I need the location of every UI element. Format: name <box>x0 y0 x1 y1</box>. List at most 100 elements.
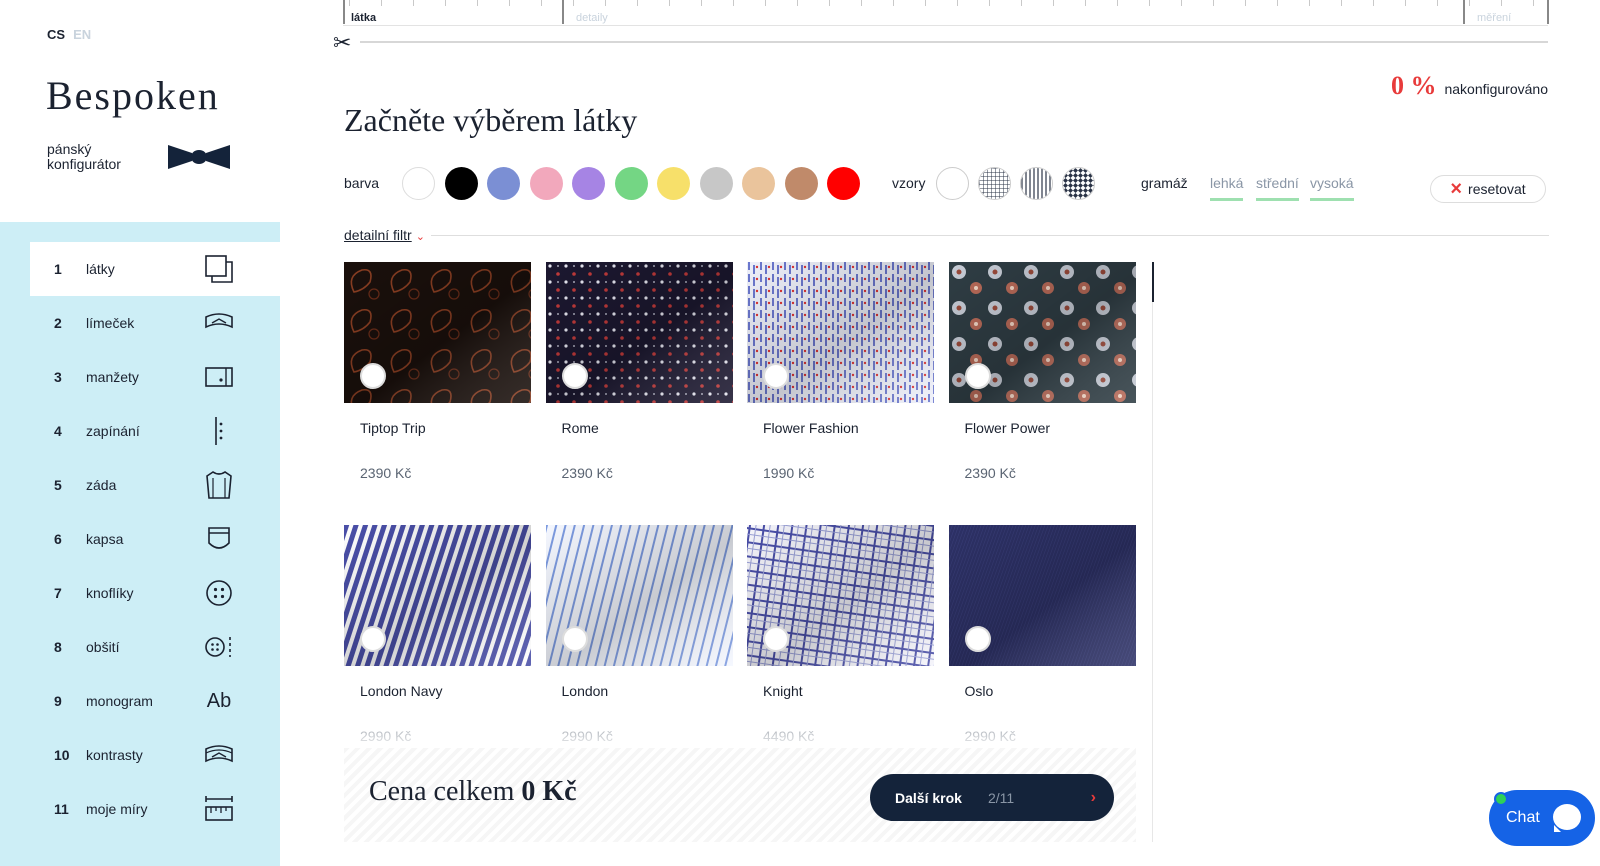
color-filter-label: barva <box>344 175 380 191</box>
fabric-card[interactable]: London2990 Kč <box>545 525 733 744</box>
reset-button[interactable]: × resetovat <box>1430 175 1546 203</box>
ruler-tick <box>637 0 638 6</box>
weight-light[interactable]: lehká <box>1210 175 1244 201</box>
total-value: 0 Kč <box>521 776 577 807</box>
ruler-tick <box>1373 0 1374 6</box>
monogram-icon: Ab <box>206 689 232 712</box>
weight-medium[interactable]: střední <box>1256 175 1299 201</box>
ruler-tick <box>797 0 798 6</box>
sidebar-item-1[interactable]: 1 látky <box>30 242 280 296</box>
lang-en[interactable]: EN <box>73 27 91 42</box>
fabric-image[interactable] <box>344 262 531 403</box>
select-radio[interactable] <box>561 363 588 389</box>
stitching-icon <box>204 632 234 662</box>
bowtie-icon <box>168 145 230 169</box>
language-switcher: CS EN <box>47 27 99 42</box>
fabric-name: London Navy <box>360 683 443 699</box>
fabric-card[interactable]: Knight4490 Kč <box>747 525 934 744</box>
fabric-image[interactable] <box>545 262 733 403</box>
color-swatch[interactable] <box>529 167 563 200</box>
step-label: knoflíky <box>86 585 134 601</box>
color-swatch[interactable] <box>614 167 648 200</box>
select-radio[interactable] <box>964 626 991 652</box>
next-step-button[interactable]: Další krok 2/11 › <box>870 774 1114 821</box>
color-swatch[interactable] <box>827 167 860 200</box>
ruler-marker <box>1547 0 1549 24</box>
fabric-image[interactable] <box>545 525 733 666</box>
ruler-step-fabric[interactable]: látka <box>351 12 376 24</box>
sidebar-item-6[interactable]: 6 kapsa <box>30 512 280 566</box>
weight-filter-label: gramáž <box>1141 175 1188 191</box>
filter-bar: barva vzory gramáž lehká střední vysoká … <box>344 166 1549 203</box>
step-number: 8 <box>54 639 62 655</box>
select-radio[interactable] <box>763 626 789 652</box>
step-label: kapsa <box>86 531 124 547</box>
ruler-tick <box>957 0 958 6</box>
step-label: moje míry <box>86 801 148 817</box>
ruler-step-details[interactable]: detaily <box>576 12 608 24</box>
scrollbar-thumb[interactable] <box>1152 262 1154 302</box>
fabric-price: 2390 Kč <box>360 465 412 481</box>
lang-cs[interactable]: CS <box>47 27 65 42</box>
ruler-tick <box>509 0 510 6</box>
fabric-image[interactable] <box>747 262 934 403</box>
ruler-step-measure[interactable]: měření <box>1477 12 1511 24</box>
color-swatch[interactable] <box>402 167 435 200</box>
fabric-price: 2390 Kč <box>561 465 613 481</box>
fabric-card[interactable]: Flower Power 2390 Kč <box>948 262 1136 481</box>
fabric-image[interactable] <box>344 525 531 666</box>
fabric-card[interactable]: London Navy2990 Kč <box>344 525 531 744</box>
pattern-swatch-plain[interactable] <box>936 167 969 200</box>
ruler-tick <box>1501 0 1502 6</box>
brand-logo[interactable]: Bespoken <box>46 72 220 119</box>
cut-line <box>360 41 1548 43</box>
price-footer: Cena celkem 0 Kč Další krok 2/11 › <box>344 748 1136 842</box>
sidebar-item-3[interactable]: 3 manžety <box>30 350 280 404</box>
select-radio[interactable] <box>763 363 789 389</box>
sidebar-item-10[interactable]: 10 kontrasty <box>30 728 280 782</box>
sidebar-item-11[interactable]: 11 moje míry <box>30 782 280 836</box>
fabric-card[interactable]: Oslo2990 Kč <box>948 525 1136 744</box>
ruler-tick <box>349 0 350 6</box>
select-radio[interactable] <box>360 626 386 652</box>
sidebar-item-9[interactable]: 9 monogram Ab <box>30 674 280 728</box>
select-radio[interactable] <box>964 363 991 389</box>
total-label: Cena celkem <box>369 776 515 807</box>
list-fade <box>344 712 1136 752</box>
pattern-filter-label: vzory <box>892 175 926 191</box>
pattern-swatch-check[interactable] <box>978 167 1011 200</box>
ruler-tick <box>541 0 542 6</box>
select-radio[interactable] <box>360 363 386 389</box>
fabric-image[interactable] <box>948 525 1136 666</box>
fabric-card[interactable]: Flower Fashion 1990 Kč <box>747 262 934 481</box>
chevron-down-icon: ⌄ <box>415 231 425 243</box>
step-number: 7 <box>54 585 62 601</box>
detail-filter-toggle[interactable]: detailní filtr ⌄ <box>344 227 431 243</box>
color-swatch[interactable] <box>444 167 478 200</box>
detail-filter-label: detailní filtr <box>344 227 412 243</box>
sidebar-item-7[interactable]: 7 knoflíky <box>30 566 280 620</box>
weight-heavy[interactable]: vysoká <box>1310 175 1354 201</box>
fabric-image[interactable] <box>948 262 1136 403</box>
fabric-image[interactable] <box>747 525 934 666</box>
pattern-swatch-stripe[interactable] <box>1020 167 1053 200</box>
color-swatch[interactable] <box>487 167 520 200</box>
select-radio[interactable] <box>561 626 588 652</box>
tagline-line-1: pánský <box>47 141 92 157</box>
step-number: 6 <box>54 531 62 547</box>
color-swatch[interactable] <box>784 167 818 200</box>
step-number: 1 <box>54 261 62 277</box>
sidebar-item-5[interactable]: 5 záda <box>30 458 280 512</box>
color-swatch[interactable] <box>657 167 690 200</box>
color-swatch[interactable] <box>699 167 733 200</box>
back-icon <box>204 470 234 500</box>
fabric-card[interactable]: Rome 2390 Kč <box>545 262 733 481</box>
color-swatch[interactable] <box>572 167 605 200</box>
color-swatch[interactable] <box>742 167 775 200</box>
sidebar-item-2[interactable]: 2 límeček <box>30 296 280 350</box>
sidebar-item-4[interactable]: 4 zapínání <box>30 404 280 458</box>
chat-button[interactable]: Chat <box>1489 790 1595 846</box>
sidebar-item-8[interactable]: 8 obšití <box>30 620 280 674</box>
fabric-card[interactable]: Tiptop Trip 2390 Kč <box>344 262 531 481</box>
pattern-swatch-diamond[interactable] <box>1062 167 1095 200</box>
